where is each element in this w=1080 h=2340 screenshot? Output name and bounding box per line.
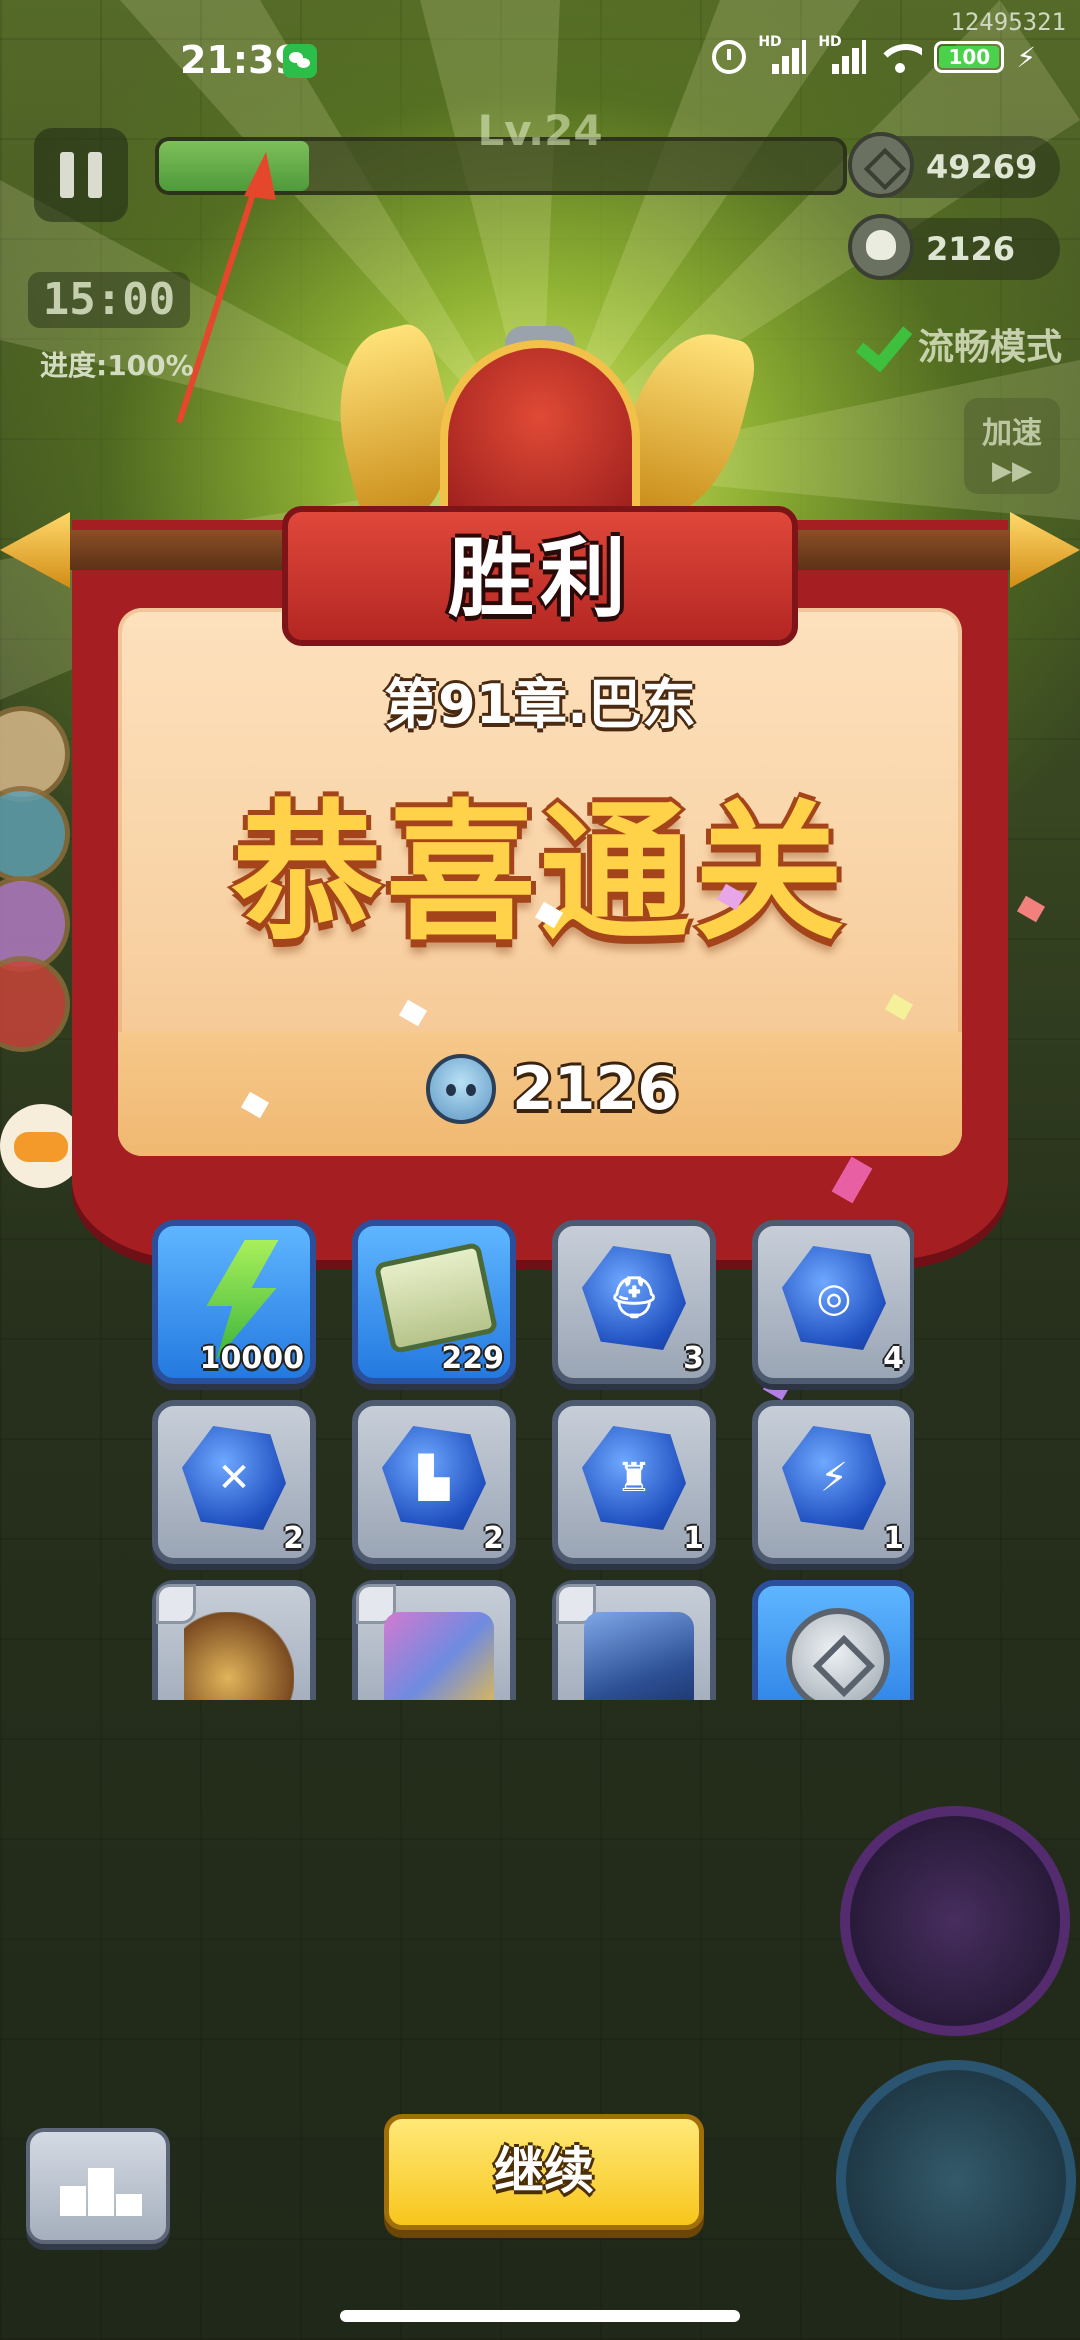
status-bar: 21:39 12495321 HD HD 100 ⚡ [0,0,1080,120]
home-indicator[interactable] [340,2310,740,2322]
system-icons: HD HD 100 ⚡ [712,34,1036,74]
gem-symbol: ▙ [418,1455,450,1501]
wifi-icon [878,40,923,74]
xp-progress-fill [159,141,310,191]
signal-icon: HD [818,34,867,74]
reward-item-sword-gem[interactable]: ✕ 2 [152,1400,316,1564]
reward-item-helmet-gem[interactable]: ⛑ 3 [552,1220,716,1384]
skull-reward-icon [426,1054,496,1124]
gem-symbol: ◎ [816,1275,852,1321]
reward-qty: 10000 [199,1341,304,1376]
charging-icon: ⚡ [1016,40,1036,74]
reward-qty: 1 [883,1521,904,1556]
victory-title: 胜利 [448,529,632,629]
reward-qty: 2 [483,1521,504,1556]
reward-grid: 10000 229 ⛑ 3 ◎ 4 ✕ 2 ▙ 2 ♜ 1 ⚡ 1 [146,1216,914,1700]
podium-icon [88,2168,114,2216]
coin-counter: 49269 [848,132,1060,198]
stage-progress: 进度:100% [40,349,194,382]
skill-button-lightning[interactable] [836,2060,1076,2300]
gem-symbol: ♜ [616,1455,652,1501]
reward-qty: 3 [683,1341,704,1376]
speed-up-label: 加速 [982,416,1042,451]
coin-value: 49269 [926,148,1038,186]
skill-button-dragon[interactable] [840,1806,1070,2036]
reward-qty: 4 [883,1341,904,1376]
smooth-mode-label: 流畅模式 [917,327,1062,368]
gem-symbol: ✕ [217,1455,251,1501]
silver-coin-icon [786,1608,890,1700]
skull-counter: 2126 [848,214,1060,280]
reward-item-robe[interactable] [352,1580,516,1700]
reward-item-necklace[interactable] [152,1580,316,1700]
reward-item-silver-coin[interactable] [752,1580,914,1700]
reward-qty: 229 [441,1341,504,1376]
reward-item-scroll[interactable]: 229 [352,1220,516,1384]
pause-button[interactable] [34,128,128,222]
alarm-icon [712,40,747,74]
check-icon [854,316,910,372]
speed-up-button[interactable]: 加速 ▶▶ [964,398,1060,494]
player-level: Lv.24 [477,106,603,155]
reward-item-medal-gem[interactable]: ◎ 4 [752,1220,914,1384]
victory-helmet-icon [440,340,640,530]
congrats-text: 恭喜通关 [231,787,848,961]
fast-forward-icon: ▶▶ [992,456,1032,486]
skull-reward-value: 2126 [512,1054,679,1124]
continue-button[interactable]: 继续 [384,2114,704,2230]
robe-icon [384,1612,494,1700]
stage-timer: 15:00 [28,272,190,328]
scroll-icon [373,1241,499,1355]
coin-icon [848,132,914,198]
reward-item-helm[interactable] [552,1580,716,1700]
gem-symbol: ⚡ [819,1455,849,1501]
build-id: 12495321 [950,8,1066,36]
smooth-mode-toggle[interactable]: 流畅模式 [854,316,1062,372]
helm-equip-icon [584,1612,694,1700]
reward-qty: 1 [683,1521,704,1556]
reward-item-energy[interactable]: 10000 [152,1220,316,1384]
chapter-name: 第91章.巴东 [384,673,696,736]
battery-level: 100 [939,46,1000,68]
skull-icon [848,214,914,280]
skull-value: 2126 [926,230,1016,268]
signal-label: HD [818,34,842,50]
signal-label: HD [758,34,782,50]
reward-item-armor-gem[interactable]: ♜ 1 [552,1400,716,1564]
reward-item-boot-gem[interactable]: ▙ 2 [352,1400,516,1564]
wechat-icon [283,44,317,78]
gem-symbol: ⛑ [608,1275,660,1321]
signal-icon: HD [758,34,807,74]
battery-icon: 100 [934,41,1005,73]
podium-icon [116,2194,142,2216]
ranking-button[interactable] [26,2128,170,2244]
reward-qty: 2 [283,1521,304,1556]
podium-icon [60,2186,86,2216]
necklace-icon [184,1612,294,1700]
reward-item-gloves-gem[interactable]: ⚡ 1 [752,1400,914,1564]
gamepad-icon [14,1132,68,1162]
